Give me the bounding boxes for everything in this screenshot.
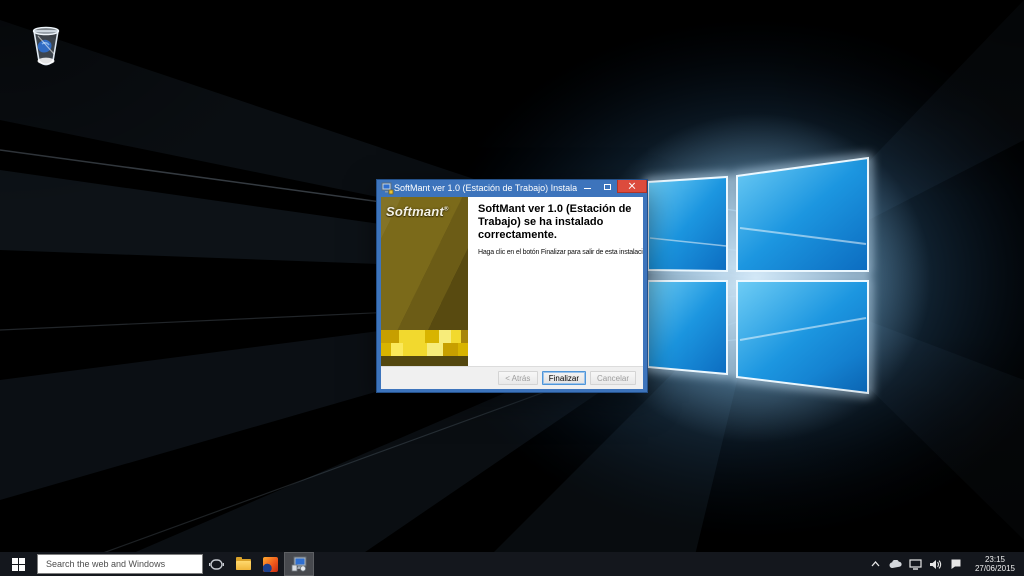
start-button[interactable] [0, 552, 37, 576]
mosaic-decoration [381, 330, 468, 356]
task-view-icon[interactable] [203, 552, 230, 576]
installer-content: Softmant® SoftMant ver 1.0 (E [381, 197, 643, 366]
install-complete-heading: SoftMant ver 1.0 (Estación de Trabajo) s… [478, 203, 643, 242]
recycle-bin-icon[interactable] [26, 18, 66, 70]
finish-button[interactable]: Finalizar [542, 371, 586, 385]
maximize-icon[interactable] [597, 180, 617, 193]
file-explorer-icon[interactable] [230, 552, 257, 576]
system-tray: 23:15 27/06/2015 [869, 555, 1024, 573]
installer-window: SoftMant ver 1.0 (Estación de Trabajo) I… [376, 179, 648, 393]
installer-branding-panel: Softmant® [381, 197, 468, 366]
network-icon[interactable] [909, 556, 923, 572]
installer-footer: < Atrás Finalizar Cancelar [381, 366, 643, 389]
chevron-up-icon[interactable] [869, 556, 883, 572]
titlebar[interactable]: SoftMant ver 1.0 (Estación de Trabajo) I… [377, 180, 647, 197]
softmant-logo: Softmant® [386, 204, 449, 219]
back-button[interactable]: < Atrás [498, 371, 538, 385]
onedrive-cloud-icon[interactable] [889, 556, 903, 572]
app-icon[interactable] [257, 552, 284, 576]
desktop: SoftMant ver 1.0 (Estación de Trabajo) I… [0, 0, 1024, 576]
cancel-button[interactable]: Cancelar [590, 371, 636, 385]
window-title: SoftMant ver 1.0 (Estación de Trabajo) I… [394, 180, 577, 197]
close-icon[interactable] [617, 180, 647, 193]
folder-icon [236, 559, 251, 570]
mosaic-dark-band [381, 356, 468, 366]
action-center-icon[interactable] [949, 556, 963, 572]
installer-window-icon [381, 182, 394, 195]
installer-taskbar-icon[interactable] [284, 552, 314, 576]
volume-icon[interactable] [929, 556, 943, 572]
clock-date: 27/06/2015 [975, 564, 1015, 573]
install-instructions: Haga clic en el botón Finalizar para sal… [478, 249, 643, 256]
installer-text-area: SoftMant ver 1.0 (Estación de Trabajo) s… [468, 197, 643, 366]
clock-time: 23:15 [985, 555, 1005, 564]
windows-flag-icon [12, 558, 25, 571]
search-input[interactable] [37, 554, 203, 574]
minimize-icon[interactable] [577, 180, 597, 193]
clock[interactable]: 23:15 27/06/2015 [969, 555, 1021, 573]
taskbar: 23:15 27/06/2015 [0, 552, 1024, 576]
